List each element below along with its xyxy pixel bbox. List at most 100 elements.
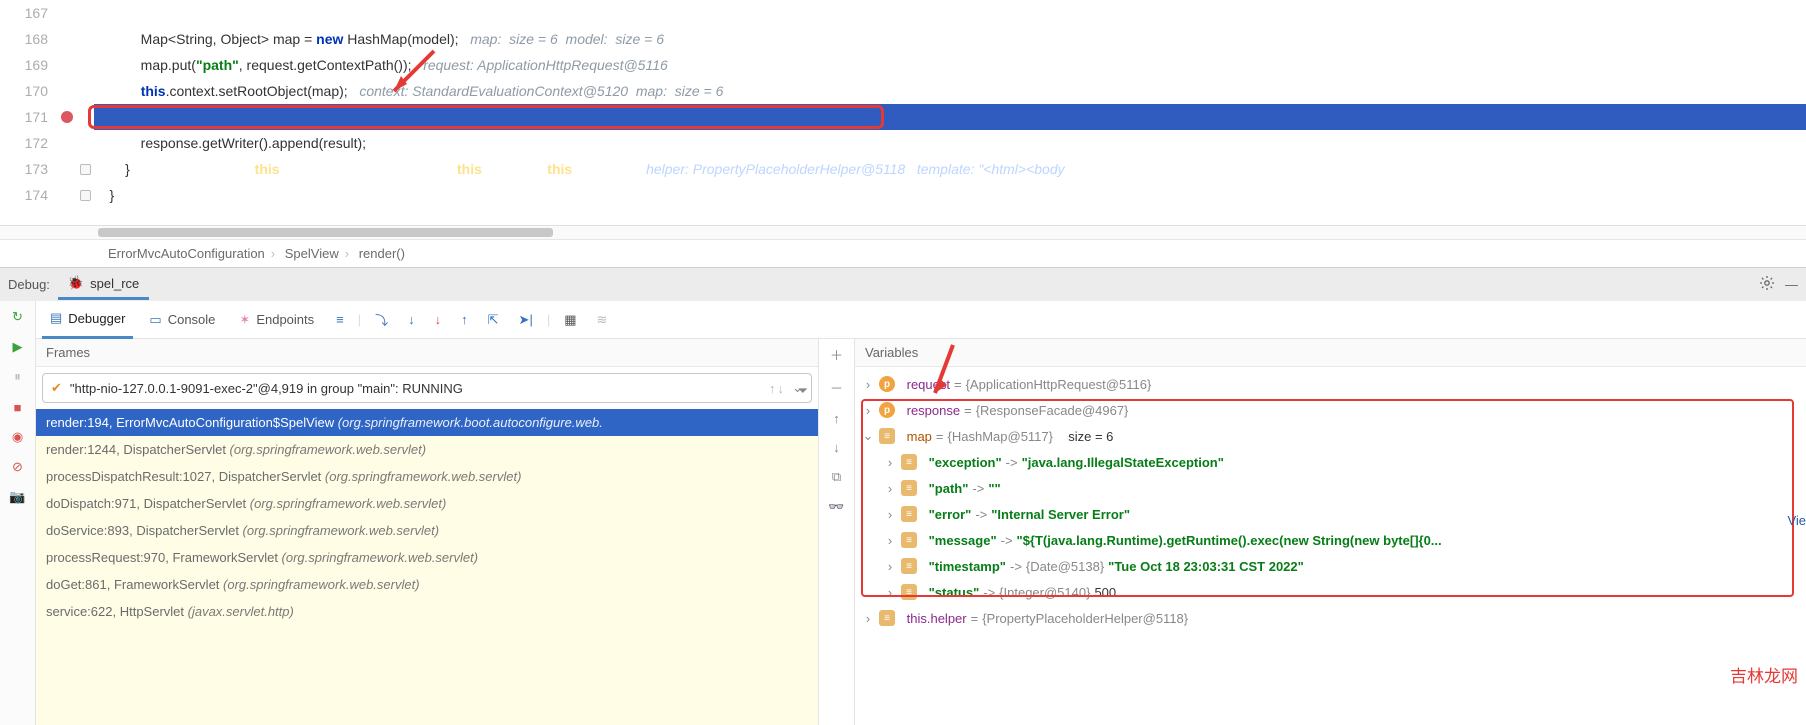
debugger-tabs: ▤Debugger ▭Console ✶Endpoints ≡ | ⤵ ↓ ↓ … [36,301,1806,339]
view-breakpoints-icon[interactable]: ◉ [8,427,28,447]
stack-frame[interactable]: processDispatchResult:1027, DispatcherSe… [36,463,818,490]
editor-scrollbar[interactable] [0,225,1806,239]
map-entry[interactable]: ›≡ "message" -> "${T(java.lang.Runtime).… [861,527,1802,553]
map-entry[interactable]: ›≡ "status" -> {Integer@5140} 500 [861,579,1802,605]
map-entry[interactable]: ›≡ "timestamp" -> {Date@5138} "Tue Oct 1… [861,553,1802,579]
stack-frame[interactable]: doDispatch:971, DispatcherServlet (org.s… [36,490,818,517]
code-line[interactable]: map.put("path", request.getContextPath()… [94,52,1806,78]
camera-icon[interactable]: 📷 [8,487,28,507]
copy-icon[interactable]: ⧉ [832,469,841,485]
param-icon: p [879,402,895,418]
field-icon: ≡ [901,506,917,522]
code-editor[interactable]: 167168 169170 171172 173174 Map<String, … [0,0,1806,225]
map-entry[interactable]: ›≡ "error" -> "Internal Server Error" [861,501,1802,527]
pause-icon[interactable]: ⏸ [8,367,28,387]
tab-endpoints[interactable]: ✶Endpoints [231,301,322,339]
minimize-icon[interactable]: — [1785,277,1798,292]
code-line[interactable]: this.context.setRootObject(map); context… [94,78,1806,104]
field-icon: ≡ [901,480,917,496]
breakpoint-icon[interactable] [58,104,76,130]
stop-icon[interactable]: ■ [8,397,28,417]
variable-row-map[interactable]: ⌄≡ map = {HashMap@5117} size = 6 [861,423,1802,449]
step-into-icon[interactable]: ↓ [402,312,421,327]
field-icon: ≡ [879,428,895,444]
stack-frame[interactable]: doService:893, DispatcherServlet (org.sp… [36,517,818,544]
stack-frame[interactable]: service:622, HttpServlet (javax.servlet.… [36,598,818,625]
evaluate-icon[interactable]: ▦ [558,312,582,328]
resume-icon[interactable]: ▶ [8,337,28,357]
fold-gutter[interactable] [76,0,94,225]
gear-icon[interactable] [1759,275,1775,294]
map-entry[interactable]: ›≡ "path" -> "" [861,475,1802,501]
code-line[interactable]: Map<String, Object> map = new HashMap(mo… [94,26,1806,52]
param-icon: p [879,376,895,392]
chevron-right-icon: › [345,246,349,261]
chevron-right-icon: › [271,246,275,261]
frame-nav: ↑ ↓ [769,381,784,396]
code-line[interactable]: response.getWriter().append(result); [94,130,1806,156]
tab-debugger[interactable]: ▤Debugger [42,301,133,339]
line-gutter: 167168 169170 171172 173174 [0,0,58,225]
remove-watch-icon[interactable]: － [830,378,843,397]
scrollbar-thumb[interactable] [98,228,553,237]
field-icon: ≡ [879,610,895,626]
step-out-icon[interactable]: ↑ [455,312,474,327]
up-icon[interactable]: ↑ [833,411,840,426]
code-lines[interactable]: Map<String, Object> map = new HashMap(mo… [94,0,1806,225]
variable-row[interactable]: ›p response = {ResponseFacade@4967} [861,397,1802,423]
debug-label: Debug: [8,277,50,292]
arrow-up-icon[interactable]: ↑ [769,381,776,396]
stack-frames[interactable]: render:194, ErrorMvcAutoConfiguration$Sp… [36,409,818,725]
rerun-icon[interactable]: ↻ [8,307,28,327]
field-icon: ≡ [901,584,917,600]
execution-line[interactable]: String result = this.helper.replacePlace… [94,104,1806,130]
variables-toolbar: ＋ － ↑ ↓ ⧉ 👓 [819,339,855,725]
filter-icon[interactable]: ⏷ [798,383,808,399]
variables-pane: Variables ›p request = {ApplicationHttpR… [855,339,1806,725]
stack-frame[interactable]: render:1244, DispatcherServlet (org.spri… [36,436,818,463]
variable-row[interactable]: ›≡ this.helper = {PropertyPlaceholderHel… [861,605,1802,631]
add-watch-icon[interactable]: ＋ [830,345,843,364]
debug-session-name: spel_rce [90,276,139,291]
inline-hint: map: size = 6 model: size = 6 [470,31,664,47]
thread-selector[interactable]: ✔ "http-nio-127.0.0.1-9091-exec-2"@4,919… [42,373,812,403]
breadcrumb[interactable]: ErrorMvcAutoConfiguration › SpelView › ren… [0,239,1806,267]
step-over-icon[interactable]: ⤵ [369,310,394,329]
field-icon: ≡ [901,454,917,470]
breadcrumb-item[interactable]: render() [359,246,405,261]
trace-icon[interactable]: ≋ [591,312,614,328]
stack-frame[interactable]: render:194, ErrorMvcAutoConfiguration$Sp… [36,409,818,436]
arrow-down-icon[interactable]: ↓ [778,381,785,396]
code-line[interactable]: } [94,182,1806,208]
breakpoint-gutter[interactable] [58,0,76,225]
force-step-into-icon[interactable]: ↓ [429,312,448,327]
variable-row[interactable]: ›p request = {ApplicationHttpRequest@511… [861,371,1802,397]
threads-icon[interactable]: ≡ [330,312,350,327]
run-to-cursor-icon[interactable]: ➤| [513,312,539,328]
check-icon: ✔ [51,380,62,396]
field-icon: ≡ [901,558,917,574]
stack-frame[interactable]: doGet:861, FrameworkServlet (org.springf… [36,571,818,598]
breadcrumb-item[interactable]: ErrorMvcAutoConfiguration [108,246,265,261]
view-link[interactable]: Vie [1787,513,1806,528]
down-icon[interactable]: ↓ [833,440,840,455]
map-entry[interactable]: ›≡ "exception" -> "java.lang.IllegalStat… [861,449,1802,475]
variables-tree[interactable]: ›p request = {ApplicationHttpRequest@511… [855,367,1806,725]
stack-frame[interactable]: processRequest:970, FrameworkServlet (or… [36,544,818,571]
debug-session-tab[interactable]: 🐞 spel_rce [58,269,149,300]
variables-header: Variables [855,339,1806,367]
bug-icon: 🐞 [68,275,84,291]
breadcrumb-item[interactable]: SpelView [285,246,339,261]
field-icon: ≡ [901,532,917,548]
inline-hint: request: ApplicationHttpRequest@5116 [423,57,668,73]
code-line[interactable]: } [94,156,1806,182]
drop-frame-icon[interactable]: ⇱ [482,312,505,328]
debug-toolwindow-header: Debug: 🐞 spel_rce — [0,267,1806,301]
glasses-icon[interactable]: 👓 [828,499,844,515]
thread-name: "http-nio-127.0.0.1-9091-exec-2"@4,919 i… [70,381,463,396]
run-controls: ↻ ▶ ⏸ ■ ◉ ⊘ 📷 [0,301,36,725]
inline-hint: context: StandardEvaluationContext@5120 … [359,83,723,99]
code-line[interactable] [94,0,1806,26]
mute-breakpoints-icon[interactable]: ⊘ [8,457,28,477]
tab-console[interactable]: ▭Console [141,301,223,339]
